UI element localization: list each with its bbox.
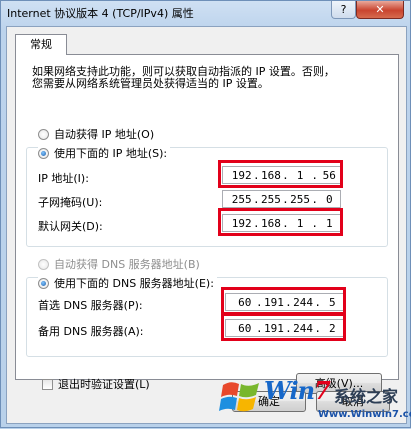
default-gateway-highlight — [218, 208, 343, 236]
dialog-window: Internet 协议版本 4 (TCP/IPv4) 属性 ? ✕ 常规 如果网… — [0, 0, 411, 428]
radio-auto-dns-circle[interactable] — [38, 258, 49, 270]
ip-address-label: IP 地址(I): — [38, 172, 89, 185]
mask-octet-2[interactable]: 255 — [260, 193, 281, 206]
radio-auto-ip[interactable]: 自动获得 IP 地址(O) — [38, 126, 154, 142]
help-button[interactable]: ? — [331, 1, 356, 19]
tab-general[interactable]: 常规 — [15, 34, 67, 55]
watermark-url: Www.Winwin7.com — [318, 409, 411, 420]
default-gateway-label: 默认网关(D): — [38, 220, 103, 233]
mask-octet-4[interactable]: 0 — [319, 193, 340, 206]
site-watermark: Win7 系统之家 Www.Winwin7.com — [216, 374, 411, 429]
description-text: 如果网络支持此功能，则可以获取自动指派的 IP 设置。否则， 您需要从网络系统管… — [32, 66, 377, 90]
mask-octet-3[interactable]: 255 — [289, 193, 310, 206]
watermark-brand-7: 7 — [314, 376, 331, 405]
preferred-dns-label: 首选 DNS 服务器(P): — [38, 299, 143, 312]
radio-manual-ip-circle[interactable] — [38, 147, 49, 159]
radio-manual-dns-circle[interactable] — [38, 277, 49, 289]
ip-address-highlight — [218, 160, 343, 188]
close-button[interactable]: ✕ — [356, 1, 404, 19]
windows-logo-icon — [219, 382, 259, 412]
subnet-mask-field[interactable]: 255. 255. 255. 0 — [222, 190, 341, 208]
radio-auto-dns[interactable]: 自动获得 DNS 服务器地址(B) — [38, 256, 200, 272]
mask-octet-1[interactable]: 255 — [231, 193, 252, 206]
radio-manual-ip-label: 使用下面的 IP 地址(S): — [54, 147, 168, 160]
watermark-brand: Win7 — [264, 376, 331, 405]
description-line-2: 您需要从网络系统管理员处获得适当的 IP 设置。 — [32, 77, 269, 90]
radio-auto-ip-circle[interactable] — [38, 128, 49, 140]
radio-manual-ip[interactable]: 使用下面的 IP 地址(S): — [38, 145, 171, 161]
validate-on-exit-checkbox[interactable]: 退出时验证设置(L) — [42, 376, 150, 392]
window-title: Internet 协议版本 4 (TCP/IPv4) 属性 — [7, 7, 194, 20]
subnet-mask-label: 子网掩码(U): — [38, 196, 103, 209]
dialog-client: 常规 如果网络支持此功能，则可以获取自动指派的 IP 设置。否则， 您需要从网络… — [6, 26, 407, 424]
radio-manual-dns[interactable]: 使用下面的 DNS 服务器地址(E): — [38, 275, 217, 291]
tab-panel-general: 如果网络支持此功能，则可以获取自动指派的 IP 设置。否则， 您需要从网络系统管… — [15, 54, 399, 394]
watermark-brand-win: Win — [264, 376, 315, 405]
radio-auto-ip-label: 自动获得 IP 地址(O) — [54, 128, 155, 141]
alternate-dns-label: 备用 DNS 服务器(A): — [38, 325, 144, 338]
radio-manual-dns-label: 使用下面的 DNS 服务器地址(E): — [54, 277, 214, 290]
radio-auto-dns-label: 自动获得 DNS 服务器地址(B) — [54, 258, 200, 271]
alternate-dns-highlight — [221, 313, 346, 341]
validate-on-exit-label: 退出时验证设置(L) — [58, 378, 150, 391]
preferred-dns-highlight — [221, 287, 346, 315]
watermark-brand-cn: 系统之家 — [334, 387, 399, 406]
validate-on-exit-box[interactable] — [42, 378, 53, 390]
